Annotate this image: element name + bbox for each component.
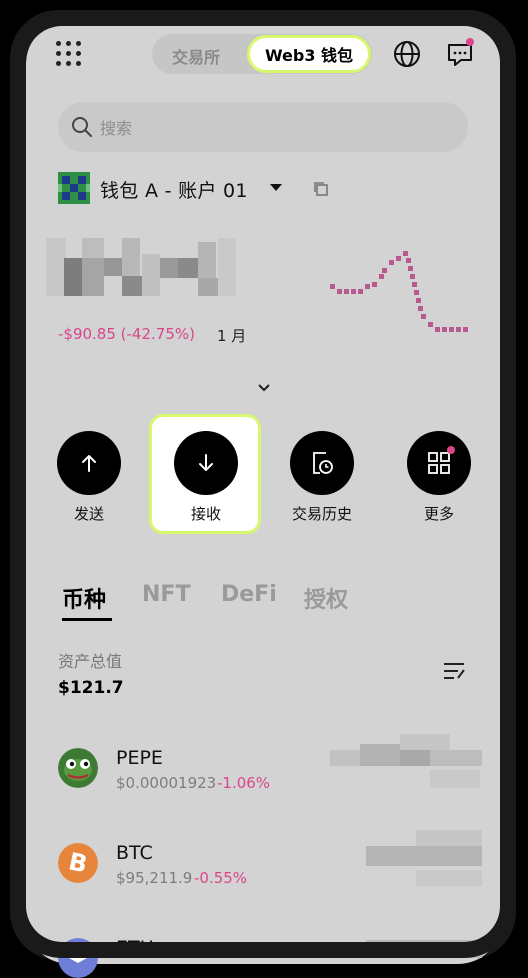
wallet-screen: 交易所 Web3 钱包 搜索 钱包 A - 账户 01 -$90.85 (-42… bbox=[0, 0, 528, 978]
arrow-down-icon bbox=[199, 454, 213, 471]
receive-button[interactable] bbox=[174, 431, 238, 495]
arrow-up-icon bbox=[82, 455, 96, 472]
notification-dot bbox=[466, 38, 474, 46]
tab-approvals[interactable]: 授权 bbox=[304, 582, 348, 614]
tab-nft[interactable]: NFT bbox=[142, 582, 190, 607]
tab-exchange[interactable]: 交易所 bbox=[172, 44, 220, 68]
receive-label: 接收 bbox=[190, 505, 221, 523]
sparkline-points bbox=[330, 251, 468, 332]
token-symbol: ETH bbox=[116, 937, 154, 959]
pnl-value: -$90.85 (-42.75%) bbox=[58, 325, 195, 343]
token-balance-hidden bbox=[366, 932, 482, 962]
token-symbol: BTC bbox=[116, 842, 153, 864]
search-icon bbox=[72, 117, 92, 137]
total-assets-label: 资产总值 bbox=[58, 652, 123, 671]
token-symbol: PEPE bbox=[116, 747, 163, 769]
ethereum-icon bbox=[58, 938, 98, 978]
sort-filter-icon[interactable] bbox=[442, 660, 468, 682]
transaction-history-button[interactable] bbox=[290, 431, 354, 495]
more-notification-dot bbox=[447, 446, 455, 454]
tab-tokens[interactable]: 币种 bbox=[62, 582, 106, 614]
send-label: 发送 bbox=[73, 505, 104, 523]
more-button[interactable] bbox=[407, 431, 471, 495]
token-price: $0.00001923 bbox=[116, 774, 217, 792]
more-label: 更多 bbox=[423, 505, 454, 523]
pepe-frog-icon bbox=[58, 748, 98, 788]
grid-menu-icon[interactable] bbox=[56, 41, 82, 67]
balance-hidden-pixelated bbox=[46, 236, 236, 298]
wallet-avatar-icon bbox=[58, 172, 90, 204]
active-tab-underline bbox=[62, 618, 112, 621]
transaction-history-label: 交易历史 bbox=[291, 505, 352, 523]
tab-defi[interactable]: DeFi bbox=[221, 582, 277, 607]
token-balance-hidden bbox=[330, 730, 482, 790]
token-price: $95,211.9 bbox=[116, 869, 193, 887]
globe-icon[interactable] bbox=[392, 39, 422, 69]
search-placeholder: 搜索 bbox=[100, 119, 133, 138]
token-change: -0.55% bbox=[194, 869, 248, 887]
history-icon bbox=[313, 452, 333, 474]
token-balance-hidden bbox=[366, 826, 482, 886]
tab-web3-wallet[interactable]: Web3 钱包 bbox=[247, 35, 371, 73]
send-button[interactable] bbox=[57, 431, 121, 495]
wallet-account-name[interactable]: 钱包 A - 账户 01 bbox=[100, 176, 248, 203]
expand-chevron-icon[interactable] bbox=[256, 380, 272, 396]
total-assets-value: $121.7 bbox=[58, 678, 124, 698]
pnl-period[interactable]: 1 月 bbox=[217, 325, 246, 346]
bitcoin-icon: B bbox=[58, 843, 98, 883]
token-change: -1.06% bbox=[217, 774, 271, 792]
wallet-dropdown-caret-icon[interactable] bbox=[270, 184, 282, 191]
more-grid-icon bbox=[428, 452, 450, 474]
balance-sparkline-chart bbox=[330, 251, 468, 332]
search-bar[interactable]: 搜索 bbox=[58, 102, 468, 152]
copy-icon[interactable] bbox=[312, 180, 330, 198]
